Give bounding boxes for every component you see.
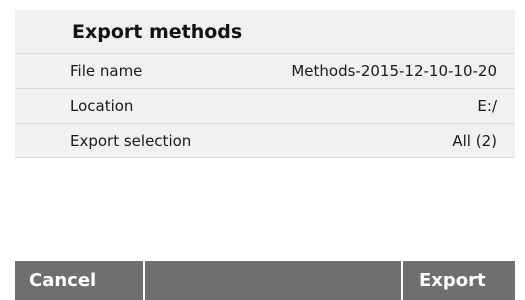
bottom-action-bar: Cancel Export — [15, 261, 515, 300]
file-name-value[interactable]: Methods-2015-12-10-10-20 — [291, 62, 497, 80]
export-selection-label: Export selection — [70, 131, 192, 150]
export-button[interactable]: Export — [403, 261, 515, 300]
location-row[interactable]: Location E:/ — [15, 88, 515, 123]
export-selection-value[interactable]: All (2) — [452, 132, 497, 150]
location-value[interactable]: E:/ — [477, 97, 497, 115]
export-selection-row[interactable]: Export selection All (2) — [15, 123, 515, 158]
file-name-row[interactable]: File name Methods-2015-12-10-10-20 — [15, 53, 515, 88]
export-methods-panel: Export methods File name Methods-2015-12… — [15, 10, 515, 158]
cancel-button[interactable]: Cancel — [15, 261, 145, 300]
panel-title: Export methods — [72, 20, 243, 43]
action-bar-spacer — [145, 261, 403, 300]
location-label: Location — [70, 97, 134, 115]
file-name-label: File name — [70, 62, 143, 80]
